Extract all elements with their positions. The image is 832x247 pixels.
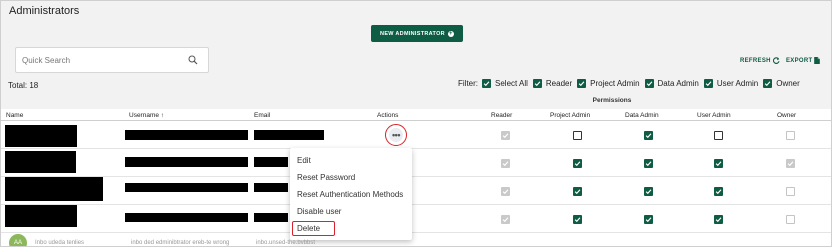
redacted-block	[254, 130, 324, 140]
export-button[interactable]: EXPORT	[786, 57, 821, 64]
checkbox-checked-icon[interactable]	[763, 79, 773, 88]
checkbox-checked-icon-data-admin[interactable]	[644, 215, 653, 224]
checkbox-checked-icon[interactable]	[577, 79, 587, 88]
filter-data-admin[interactable]: Data Admin	[644, 79, 699, 88]
menu-item-reset-password[interactable]: Reset Password	[290, 169, 412, 186]
column-header-owner: Owner	[777, 112, 797, 119]
menu-item-edit[interactable]: Edit	[290, 152, 412, 169]
checkbox-checked-icon-user-admin[interactable]	[714, 159, 723, 168]
partial-row-username: inbo ded edminibtrator ereb-te wrong	[131, 240, 230, 246]
checkbox-unchecked-icon-owner	[786, 215, 795, 224]
checkbox-unchecked-icon-owner	[786, 131, 795, 140]
redacted-block	[254, 183, 288, 192]
checkbox-checked-icon-reader	[501, 159, 510, 168]
redacted-block	[125, 130, 248, 140]
redacted-block	[254, 213, 288, 222]
redacted-block	[5, 125, 77, 147]
menu-item-disable-user[interactable]: Disable user	[290, 203, 412, 220]
column-header-user-admin: User Admin	[697, 112, 731, 119]
checkbox-checked-icon[interactable]	[703, 79, 713, 88]
filter-option-label: Reader	[545, 79, 573, 88]
permissions-group-header: Permissions	[592, 97, 632, 104]
column-header-username[interactable]: Username ↑	[129, 112, 164, 119]
checkbox-checked-icon-data-admin[interactable]	[644, 131, 653, 140]
redacted-block	[5, 177, 103, 201]
checkbox-unchecked-icon-project-admin[interactable]	[573, 131, 582, 140]
filter-option-label: Select All	[495, 79, 528, 88]
checkbox-unchecked-icon-owner	[786, 187, 795, 196]
redacted-block	[5, 151, 76, 173]
checkbox-checked-icon-owner	[786, 159, 795, 168]
checkbox-checked-icon-data-admin[interactable]	[644, 187, 653, 196]
table-row	[1, 121, 831, 149]
filter-option-label: Data Admin	[657, 79, 699, 88]
column-header-name[interactable]: Name	[6, 112, 23, 119]
column-header-email[interactable]: Email	[254, 112, 270, 119]
filter-reader[interactable]: Reader	[532, 79, 573, 88]
checkbox-checked-icon-project-admin[interactable]	[573, 215, 582, 224]
filter-option-label: User Admin	[716, 79, 759, 88]
table-row	[1, 205, 831, 233]
redacted-block	[125, 213, 248, 222]
refresh-icon	[772, 57, 780, 64]
checkbox-checked-icon-project-admin[interactable]	[573, 159, 582, 168]
refresh-label: REFRESH	[740, 57, 771, 64]
new-administrator-label: NEW ADMINISTRATOR	[380, 30, 445, 37]
plus-circle-icon: +	[447, 30, 454, 37]
search-icon[interactable]	[188, 55, 198, 65]
redacted-block	[254, 157, 288, 167]
quick-search[interactable]	[15, 47, 209, 73]
filter-select-all[interactable]: Select All	[482, 79, 528, 88]
checkbox-checked-icon[interactable]	[482, 79, 491, 88]
checkbox-checked-icon[interactable]	[532, 79, 542, 88]
administrators-page: Administrators NEW ADMINISTRATOR + REFRE…	[0, 0, 832, 247]
delete-highlight	[292, 221, 335, 236]
column-header-actions: Actions	[377, 112, 399, 119]
table-row	[1, 177, 831, 205]
export-label: EXPORT	[786, 57, 813, 64]
redacted-block	[125, 183, 248, 192]
total-count: Total: 18	[8, 81, 39, 90]
filter-option-label: Owner	[776, 79, 800, 88]
avatar: AA	[9, 234, 27, 246]
filter-label: Filter:	[458, 79, 478, 88]
checkbox-checked-icon-reader	[501, 187, 510, 196]
partial-row-email: inbo.unsed-the.bvbbst	[256, 240, 316, 246]
refresh-button[interactable]: REFRESH	[740, 57, 780, 64]
checkbox-checked-icon-reader	[501, 215, 510, 224]
menu-item-reset-authentication-methods[interactable]: Reset Authentication Methods	[290, 186, 412, 203]
filter-project-admin[interactable]: Project Admin	[577, 79, 640, 88]
checkbox-checked-icon[interactable]	[644, 79, 654, 88]
redacted-block	[125, 157, 248, 167]
checkbox-unchecked-icon-user-admin[interactable]	[714, 131, 723, 140]
checkbox-checked-icon-reader	[501, 131, 510, 140]
search-input[interactable]	[22, 49, 182, 71]
partial-row-name: Inbo udeda tenlies	[35, 240, 85, 246]
table-row	[1, 149, 831, 177]
column-header-data-admin: Data Admin	[625, 112, 659, 119]
export-file-icon	[814, 57, 821, 64]
filter-user-admin[interactable]: User Admin	[703, 79, 759, 88]
checkbox-checked-icon-project-admin[interactable]	[573, 187, 582, 196]
page-header: Administrators NEW ADMINISTRATOR + REFRE…	[1, 1, 831, 109]
highlight-circle	[385, 124, 407, 146]
checkbox-checked-icon-user-admin[interactable]	[714, 215, 723, 224]
checkbox-checked-icon-user-admin[interactable]	[714, 187, 723, 196]
redacted-block	[5, 205, 77, 227]
checkbox-checked-icon-data-admin[interactable]	[644, 159, 653, 168]
filter-option-label: Project Admin	[590, 79, 640, 88]
column-header-project-admin: Project Admin	[550, 112, 591, 119]
new-administrator-button[interactable]: NEW ADMINISTRATOR +	[371, 25, 463, 42]
column-header-reader: Reader	[491, 112, 513, 119]
permission-filter: Filter: Select All Reader Project Admin …	[458, 79, 800, 88]
filter-owner[interactable]: Owner	[763, 79, 800, 88]
page-title: Administrators	[9, 5, 80, 17]
